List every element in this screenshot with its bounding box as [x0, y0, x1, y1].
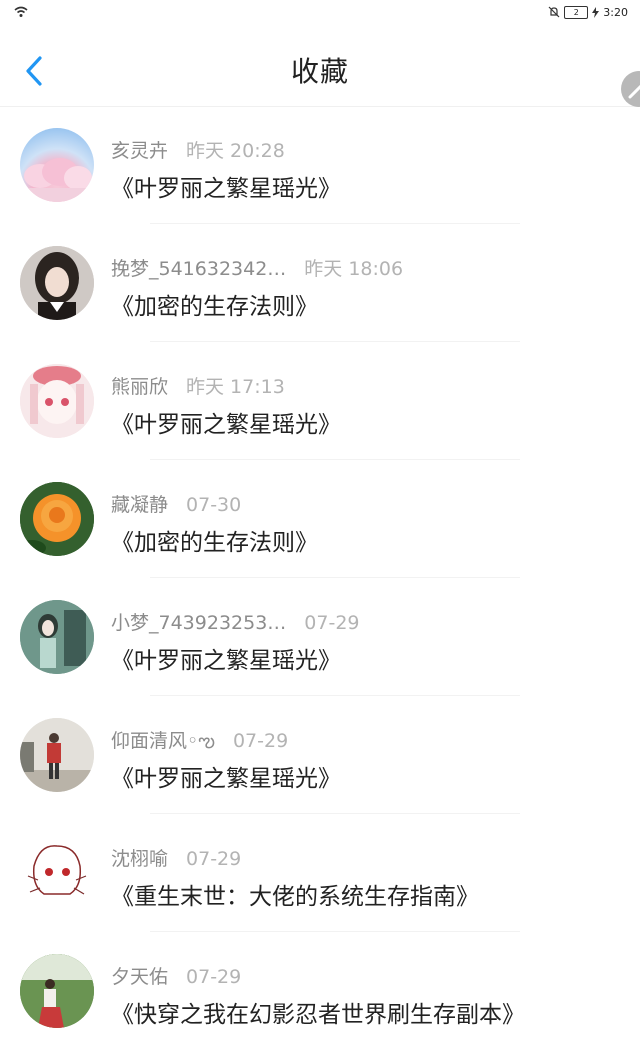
edit-button[interactable]	[621, 71, 640, 107]
timestamp: 07-29	[232, 730, 289, 752]
user-name: 沈栩喻	[111, 848, 169, 870]
page-title: 收藏	[290, 55, 349, 88]
book-title: 《加密的生存法则》	[111, 530, 318, 556]
timestamp: 07-29	[186, 848, 242, 870]
avatar	[20, 836, 94, 910]
book-title: 《叶罗丽之繁星瑶光》	[111, 412, 341, 438]
user-name: 夕天佑	[111, 966, 169, 988]
user-name: 亥灵卉	[111, 140, 169, 162]
pencil-icon	[628, 84, 640, 99]
timestamp: 07-29	[304, 612, 360, 634]
list-item[interactable]: 亥灵卉 昨天 20:28 《叶罗丽之繁星瑶光》	[0, 106, 640, 224]
avatar	[20, 246, 94, 320]
timestamp: 07-30	[186, 494, 242, 516]
item-meta: 挽梦_541632342… 昨天 18:06	[111, 254, 403, 281]
anime-girl-image	[20, 364, 94, 438]
person-red-image	[20, 718, 94, 792]
item-meta: 熊丽欣 昨天 17:13	[111, 372, 285, 399]
anime-sketch-image	[20, 836, 94, 910]
status-right: 2 3:20	[548, 4, 628, 20]
list-item[interactable]: 仰面清风◦ఌ 07-29 《叶罗丽之繁星瑶光》	[0, 696, 640, 814]
book-title: 《叶罗丽之繁星瑶光》	[111, 648, 341, 674]
avatar	[20, 482, 94, 556]
item-meta: 沈栩喻 07-29	[111, 844, 241, 871]
anime-girl-green-image	[20, 600, 94, 674]
list-item[interactable]: 挽梦_541632342… 昨天 18:06 《加密的生存法则》	[0, 224, 640, 342]
timestamp: 07-29	[186, 966, 242, 988]
book-title: 《重生末世：大佬的系统生存指南》	[111, 884, 479, 910]
favorites-list: 亥灵卉 昨天 20:28 《叶罗丽之繁星瑶光》 挽梦_541632342… 昨天 1…	[0, 106, 640, 1050]
avatar	[20, 718, 94, 792]
user-name: 仰面清风◦ఌ	[111, 730, 215, 752]
header: 收藏	[0, 24, 640, 107]
avatar	[20, 128, 94, 202]
wifi-icon	[14, 6, 28, 17]
charging-icon	[592, 6, 600, 18]
timestamp: 昨天 17:13	[186, 376, 285, 398]
list-item[interactable]: 夕天佑 07-29 《快穿之我在幻影忍者世界刷生存副本》	[0, 932, 640, 1050]
book-title: 《叶罗丽之繁星瑶光》	[111, 766, 341, 792]
battery-icon: 2	[564, 5, 589, 19]
user-name: 熊丽欣	[111, 376, 169, 398]
list-item[interactable]: 藏凝静 07-30 《加密的生存法则》	[0, 460, 640, 578]
item-meta: 仰面清风◦ఌ 07-29	[111, 726, 288, 757]
mute-bell-icon	[548, 6, 560, 18]
user-name: 挽梦_541632342…	[111, 258, 287, 280]
pink-trees-image	[20, 158, 94, 202]
list-item[interactable]: 熊丽欣 昨天 17:13 《叶罗丽之繁星瑶光》	[0, 342, 640, 460]
girl-photo-image	[20, 246, 94, 320]
clock: 3:20	[603, 5, 628, 19]
avatar	[20, 954, 94, 1028]
item-meta: 藏凝静 07-30	[111, 490, 241, 517]
status-bar: 2 3:20	[0, 0, 640, 24]
item-meta: 夕天佑 07-29	[111, 962, 241, 989]
book-title: 《加密的生存法则》	[111, 294, 318, 320]
list-item[interactable]: 小梦_743923253… 07-29 《叶罗丽之繁星瑶光》	[0, 578, 640, 696]
user-name: 小梦_743923253…	[111, 612, 287, 634]
timestamp: 昨天 18:06	[304, 258, 404, 280]
avatar	[20, 364, 94, 438]
list-item[interactable]: 沈栩喻 07-29 《重生末世：大佬的系统生存指南》	[0, 814, 640, 932]
book-title: 《叶罗丽之繁星瑶光》	[111, 176, 341, 202]
item-meta: 亥灵卉 昨天 20:28	[111, 136, 285, 163]
avatar	[20, 600, 94, 674]
timestamp: 昨天 20:28	[186, 140, 285, 162]
item-meta: 小梦_743923253… 07-29	[111, 608, 360, 635]
user-name: 藏凝静	[111, 494, 169, 516]
orange-rose-image	[20, 482, 94, 556]
person-outdoor-image	[20, 954, 94, 1028]
